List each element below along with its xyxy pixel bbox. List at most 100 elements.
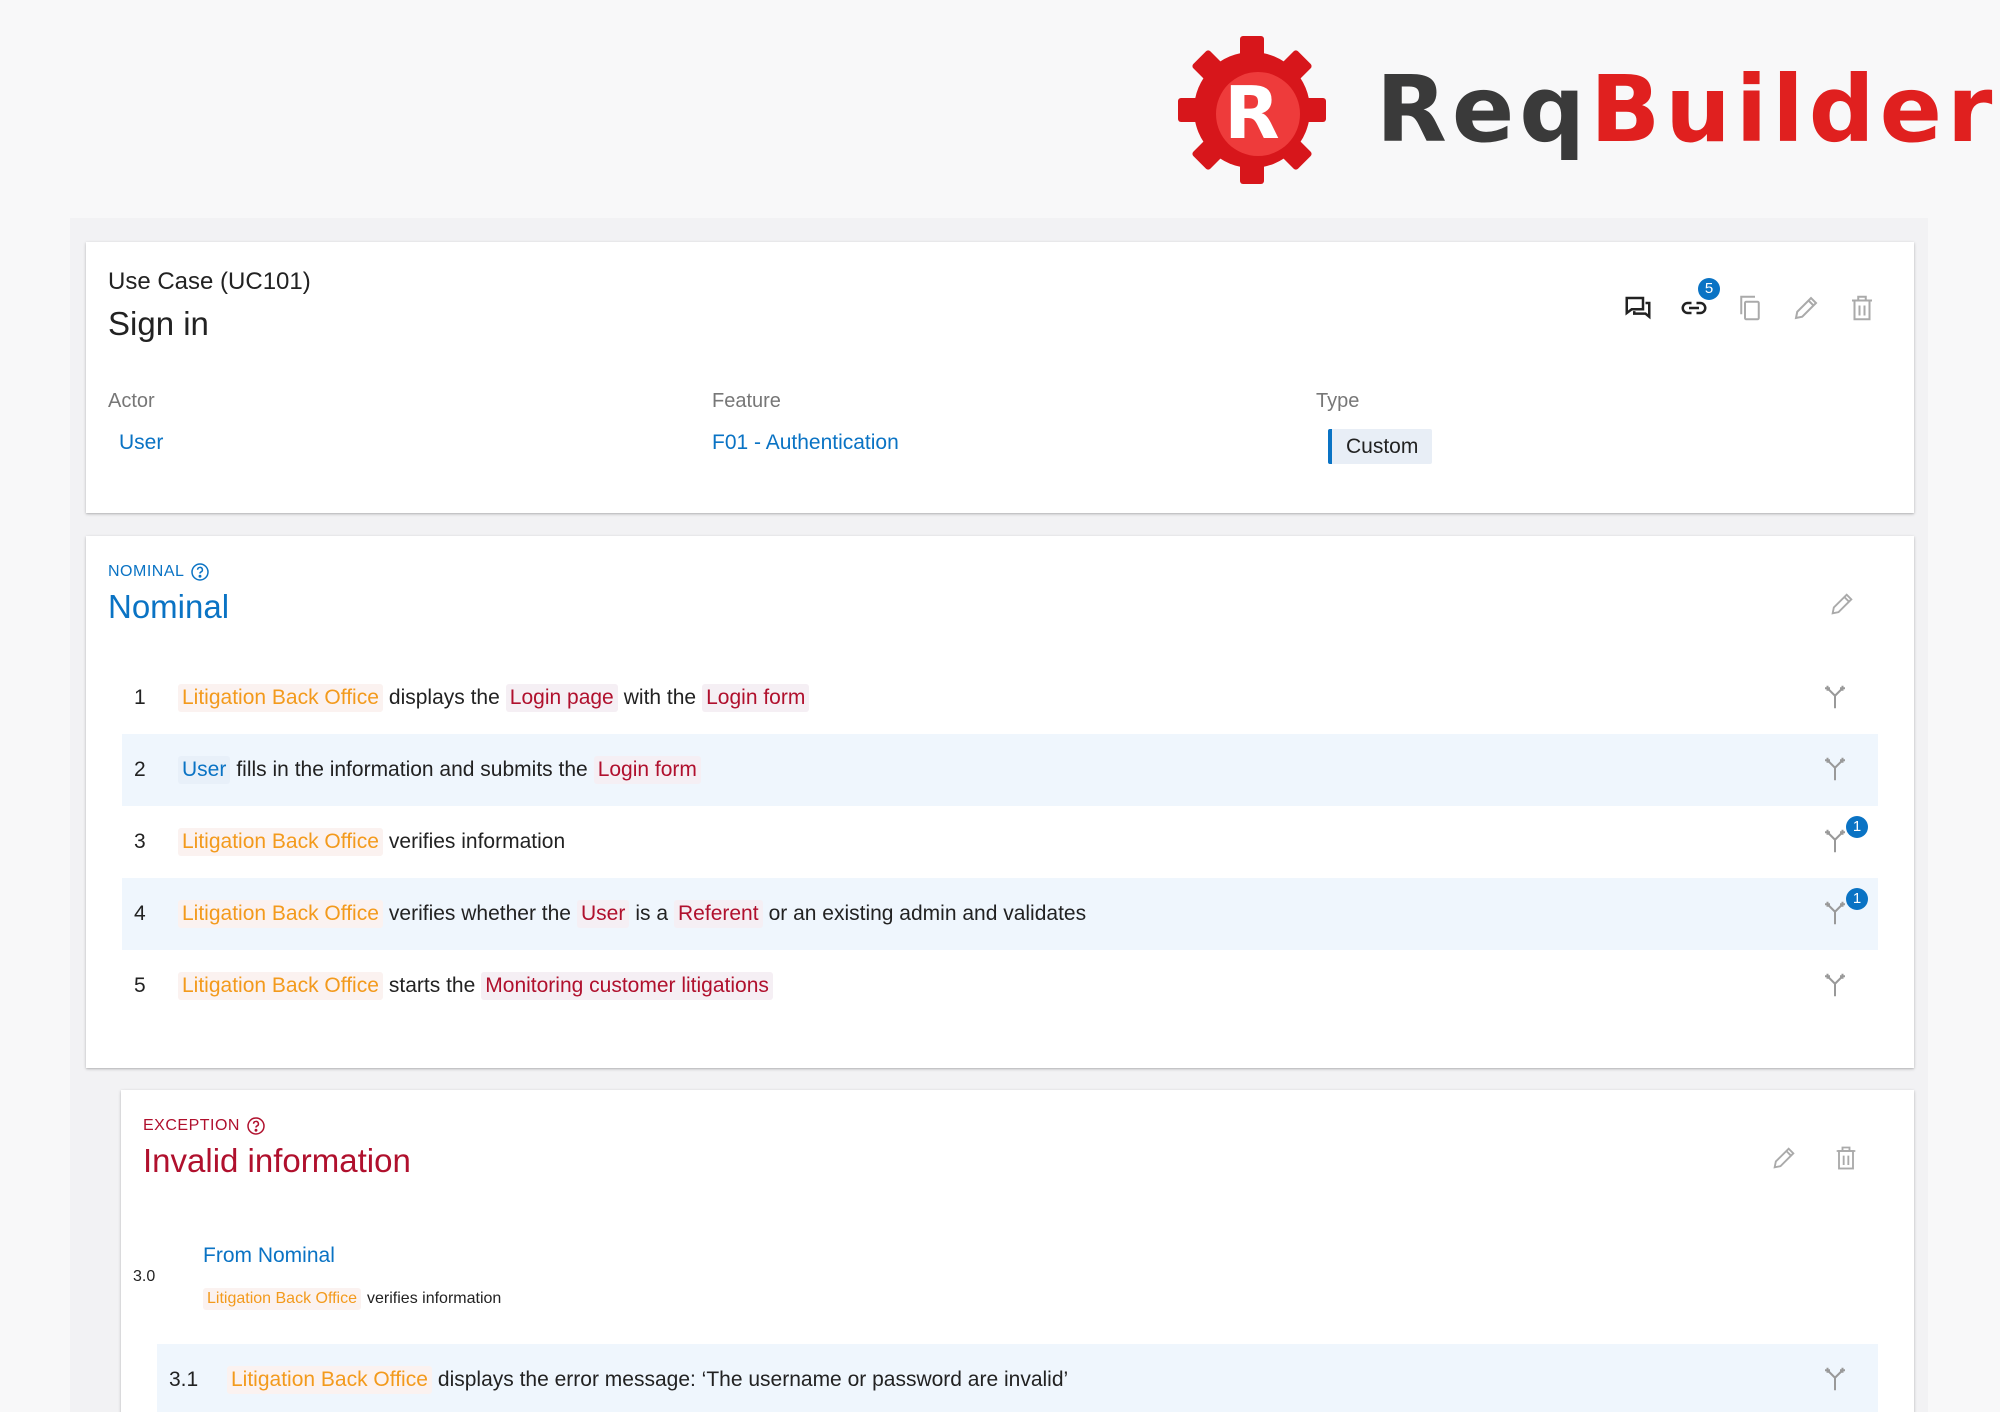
- actor-tag[interactable]: Litigation Back Office: [178, 828, 383, 856]
- step-text: Litigation Back Office verifies informati…: [203, 1288, 501, 1310]
- nominal-kind-label: NOMINAL: [108, 563, 185, 580]
- exception-flow-card: EXCEPTION Invalid information From Nomin…: [121, 1090, 1914, 1412]
- nominal-actions: [1826, 588, 1858, 620]
- step-number: 2: [134, 758, 146, 781]
- copy-button[interactable]: [1734, 292, 1766, 324]
- actor-tag[interactable]: Litigation Back Office: [178, 900, 383, 928]
- step-plain-text: verifies information: [367, 1290, 502, 1307]
- brand-logo: R ReqBuilder: [1172, 30, 1997, 190]
- comments-button[interactable]: [1622, 292, 1654, 324]
- branch-button[interactable]: 1: [1820, 816, 1868, 858]
- step-text: Litigation Back Office displays the error…: [227, 1366, 1068, 1394]
- entity-tag[interactable]: Referent: [674, 900, 763, 928]
- exception-steps-list: 3.1 Litigation Back Office displays the er…: [157, 1344, 1878, 1412]
- step-plain-text: with the: [623, 686, 697, 709]
- nominal-title: Nominal: [108, 588, 230, 625]
- help-icon[interactable]: [246, 1116, 266, 1136]
- actor-label: Actor: [108, 390, 155, 412]
- pencil-icon: [1773, 1147, 1795, 1169]
- nominal-kind: NOMINAL: [108, 562, 210, 582]
- branch-button[interactable]: [1820, 682, 1852, 714]
- edit-flow-button[interactable]: [1768, 1142, 1800, 1174]
- nominal-steps-list: 1 Litigation Back Office displays the Login…: [122, 662, 1878, 1022]
- step-number: 4: [134, 902, 146, 925]
- entity-tag[interactable]: User: [576, 900, 630, 928]
- comments-icon: [1625, 296, 1651, 320]
- use-case-card: Use Case (UC101) Sign in 5 Actor User Fe…: [86, 242, 1914, 513]
- step-text: User fills in the information and submits…: [178, 756, 701, 784]
- branch-button[interactable]: 1: [1820, 888, 1868, 930]
- exception-actions: [1768, 1142, 1862, 1174]
- step-number: 3.0: [133, 1268, 156, 1285]
- step-text: Litigation Back Office starts the Monitori…: [178, 972, 773, 1000]
- links-button[interactable]: 5: [1678, 278, 1720, 324]
- from-flow-link[interactable]: From Nominal: [203, 1244, 335, 1268]
- type-label: Type: [1316, 390, 1360, 412]
- branch-icon: [1825, 901, 1845, 925]
- step-plain-text: verifies whether the: [388, 902, 571, 925]
- step-row[interactable]: 5 Litigation Back Office starts the Monitor…: [122, 950, 1878, 1022]
- branch-button[interactable]: [1820, 754, 1852, 786]
- exception-kind: EXCEPTION: [143, 1116, 266, 1136]
- pencil-icon: [1794, 296, 1818, 320]
- delete-button[interactable]: [1846, 292, 1878, 324]
- actor-link[interactable]: User: [119, 431, 163, 455]
- type-tag: Custom: [1328, 429, 1433, 464]
- step-row[interactable]: 2 User fills in the information and submit…: [122, 734, 1878, 806]
- links-count-badge: 5: [1698, 278, 1720, 300]
- delete-flow-button[interactable]: [1830, 1142, 1862, 1174]
- actor-tag[interactable]: Litigation Back Office: [178, 684, 383, 712]
- actor-tag[interactable]: Litigation Back Office: [227, 1366, 432, 1394]
- step-plain-text: fills in the information and submits the: [236, 758, 588, 781]
- step-plain-text: displays the: [388, 686, 500, 709]
- step-row[interactable]: 3.1 Litigation Back Office displays the er…: [157, 1344, 1878, 1412]
- step-plain-text: is a: [635, 902, 669, 925]
- actor-tag[interactable]: Litigation Back Office: [203, 1288, 362, 1310]
- step-number: 5: [134, 974, 146, 997]
- entity-tag[interactable]: Login form: [593, 756, 701, 784]
- branch-count-badge: 1: [1846, 816, 1868, 838]
- branch-icon: [1825, 757, 1845, 781]
- type-field: Type Custom: [1316, 390, 1433, 464]
- trash-icon: [1852, 295, 1872, 321]
- edit-button[interactable]: [1790, 292, 1822, 324]
- entity-tag[interactable]: Monitoring customer litigations: [481, 972, 773, 1000]
- svg-text:R: R: [1224, 71, 1279, 155]
- help-icon[interactable]: [190, 562, 210, 582]
- brand-name: ReqBuilder: [1376, 56, 1998, 163]
- step-plain-text: starts the: [388, 974, 476, 997]
- entity-tag[interactable]: Login page: [505, 684, 618, 712]
- branch-button[interactable]: [1820, 1364, 1852, 1396]
- actor-tag[interactable]: Litigation Back Office: [178, 972, 383, 1000]
- step-row[interactable]: 3 Litigation Back Office verifies informat…: [122, 806, 1878, 878]
- use-case-kind: Use Case (UC101): [108, 268, 311, 295]
- step-number: 3.1: [169, 1368, 199, 1391]
- branch-icon: [1825, 973, 1845, 997]
- step-plain-text: or an existing admin and validates: [768, 902, 1087, 925]
- step-text: Litigation Back Office verifies informati…: [178, 828, 565, 856]
- step-plain-text: verifies information: [388, 830, 566, 853]
- use-case-title: Sign in: [108, 305, 209, 342]
- edit-flow-button[interactable]: [1826, 588, 1858, 620]
- step-number: 3: [134, 830, 146, 853]
- entity-tag[interactable]: Login form: [702, 684, 810, 712]
- step-text: Litigation Back Office displays the Login …: [178, 684, 810, 712]
- step-row[interactable]: 4 Litigation Back Office verifies whether …: [122, 878, 1878, 950]
- branch-button[interactable]: [1820, 970, 1852, 1002]
- feature-label: Feature: [712, 390, 781, 412]
- origin-step: 3.0 Litigation Back Office verifies infor…: [121, 1268, 1914, 1338]
- nominal-flow-card: NOMINAL Nominal 1 Litigation Back Office d…: [86, 536, 1914, 1068]
- exception-kind-label: EXCEPTION: [143, 1117, 240, 1134]
- branch-count-badge: 1: [1846, 888, 1868, 910]
- step-number: 1: [134, 686, 146, 709]
- actor-field: Actor User: [108, 390, 163, 455]
- gear-logo-icon: R: [1178, 36, 1326, 184]
- actor-tag[interactable]: User: [178, 756, 231, 784]
- step-row[interactable]: 1 Litigation Back Office displays the Login…: [122, 662, 1878, 734]
- step-plain-text: displays the error message: ‘The usernam…: [437, 1368, 1069, 1391]
- feature-link[interactable]: F01 - Authentication: [712, 431, 899, 455]
- branch-icon: [1825, 829, 1845, 853]
- step-text: Litigation Back Office verifies whether t…: [178, 900, 1086, 928]
- branch-icon: [1825, 685, 1845, 709]
- pencil-icon: [1831, 593, 1853, 615]
